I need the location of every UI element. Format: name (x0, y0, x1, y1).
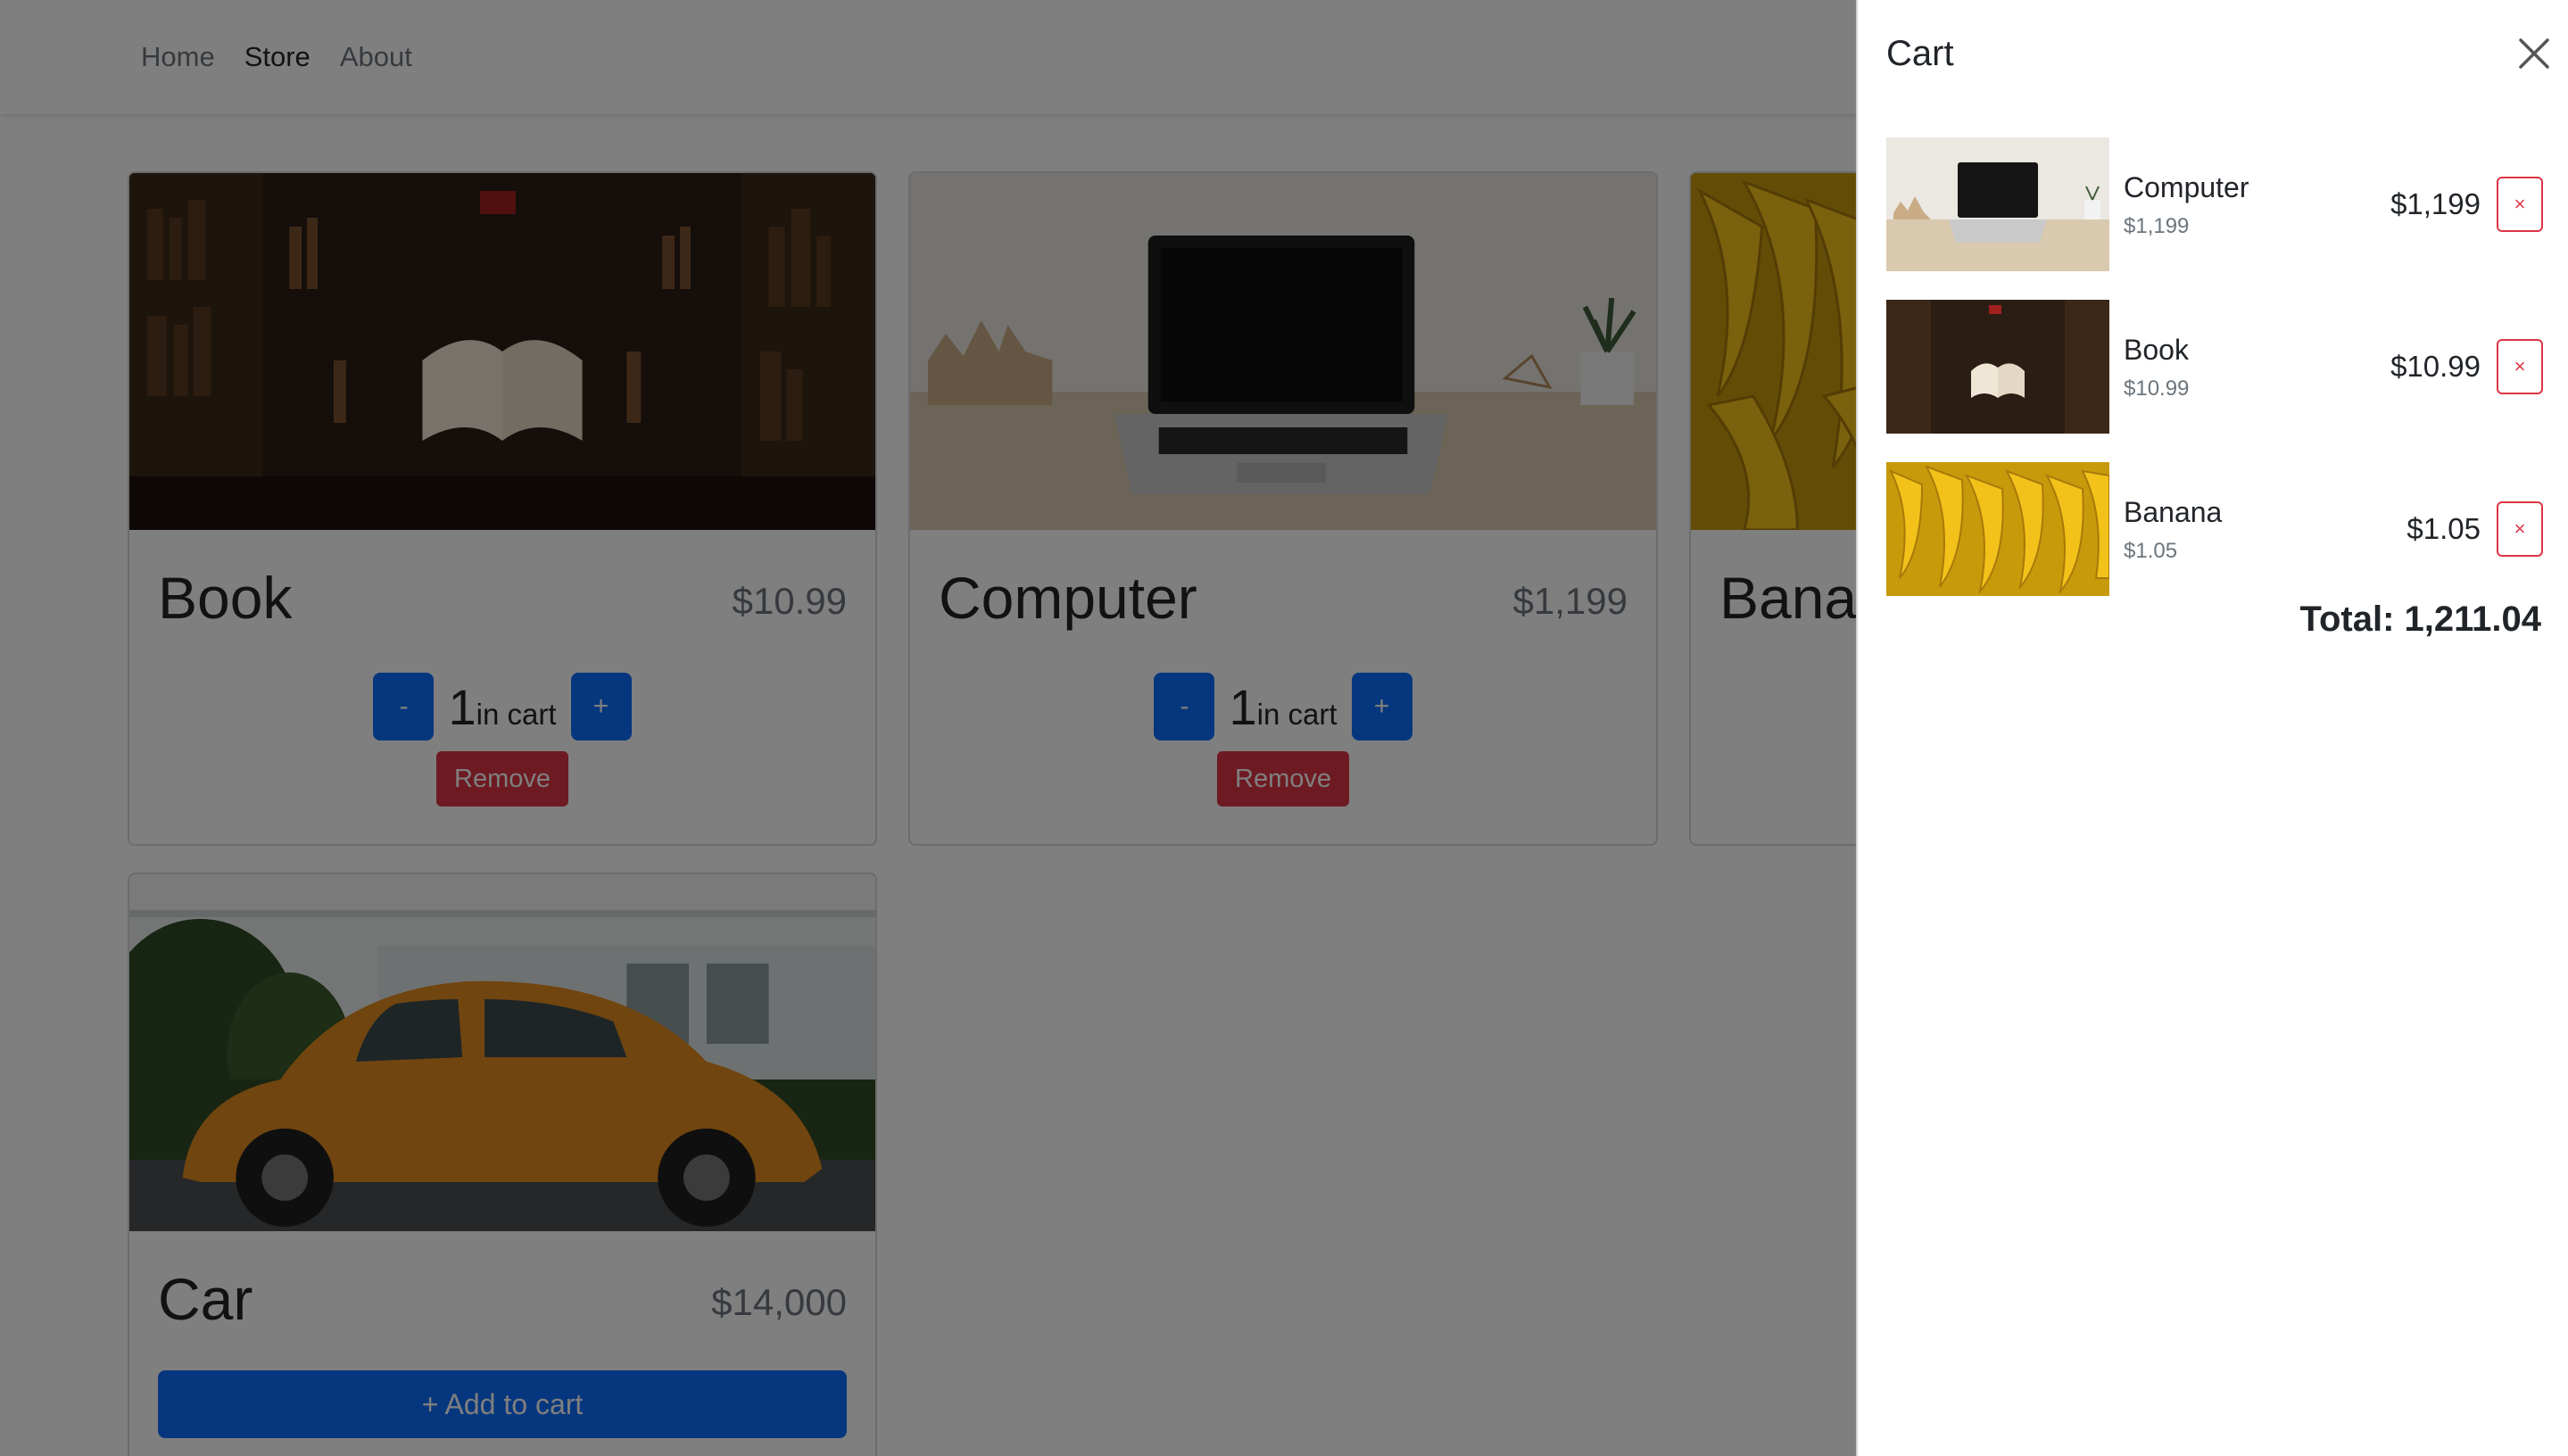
laptop-photo (1886, 137, 2109, 271)
cart-item-line-price: $1.05 (2406, 512, 2481, 545)
cart-item-name: Computer (2124, 171, 2249, 203)
cart-item-computer: Computer $1,199 $1,199 × (1886, 137, 2543, 271)
cart-item-unit-price: $10.99 (2124, 376, 2190, 401)
cart-item-unit-price: $1.05 (2124, 539, 2178, 563)
cart-item-unit-price: $1,199 (2124, 214, 2190, 238)
cart-item-line-price: $1,199 (2390, 187, 2481, 220)
cart-total: Total: 1,211.04 (2299, 600, 2541, 639)
cart-title: Cart (1886, 34, 1954, 73)
cart-item-remove-button[interactable]: × (2497, 339, 2543, 394)
banana-photo (1886, 462, 2109, 596)
cart-item-banana: Banana $1.05 $1.05 × (1886, 462, 2543, 596)
book-photo (1886, 300, 2109, 434)
cart-item-name: Book (2124, 334, 2189, 366)
cart-item-line-price: $10.99 (2390, 350, 2481, 383)
close-icon[interactable] (2516, 36, 2552, 71)
cart-item-name: Banana (2124, 496, 2223, 528)
cart-item-book: Book $10.99 $10.99 × (1886, 300, 2543, 434)
cart-panel: Cart Computer $1,199 $1,199 × Book $10.9… (1856, 0, 2568, 1456)
cart-item-remove-button[interactable]: × (2497, 177, 2543, 232)
cart-item-remove-button[interactable]: × (2497, 501, 2543, 557)
